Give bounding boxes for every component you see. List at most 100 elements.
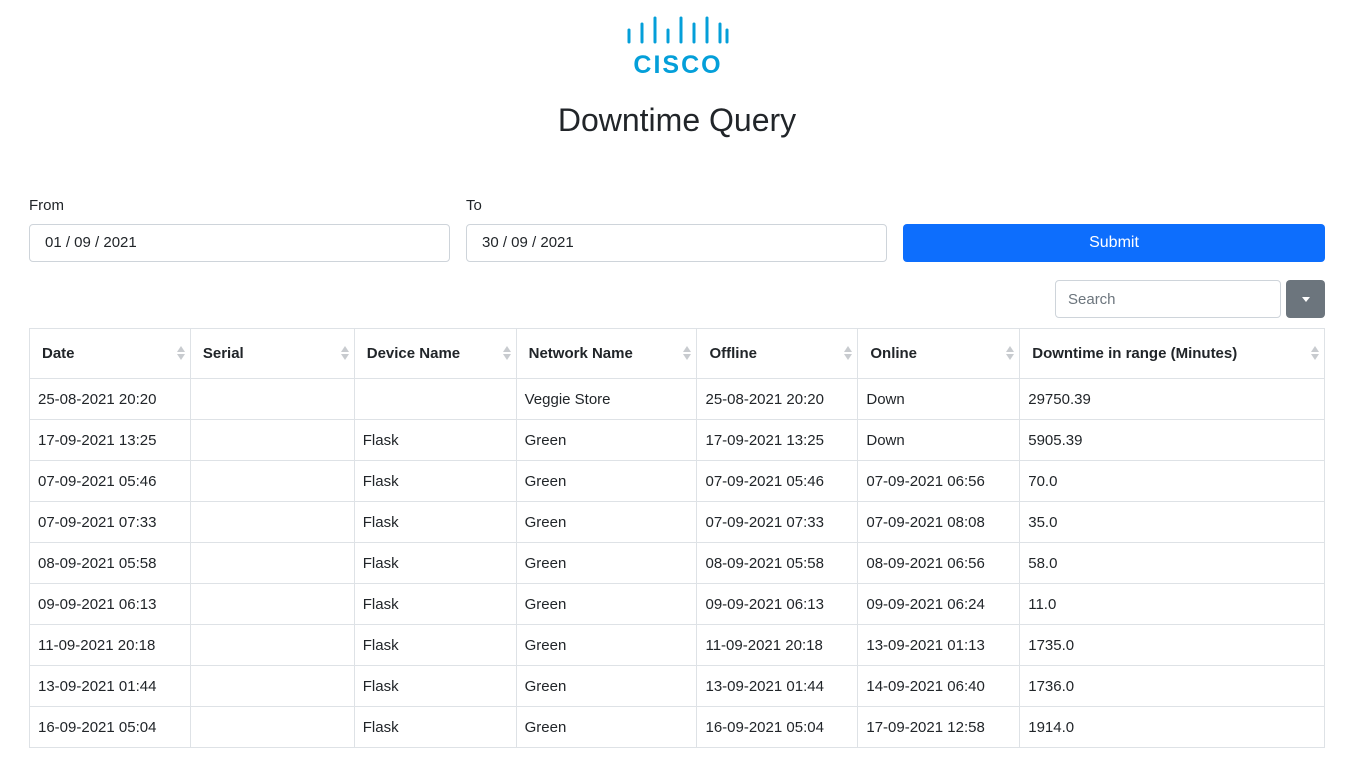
to-label: To — [466, 197, 482, 214]
sort-icon — [1006, 346, 1015, 362]
table-cell: Green — [515, 624, 698, 666]
table-row: 07-09-2021 07:33 Flask Green 07-09-2021 07:… — [29, 501, 1325, 543]
table-cell: 07-09-2021 07:33 — [696, 501, 859, 543]
table-cell: 70.0 — [1019, 460, 1325, 502]
table-cell — [189, 706, 355, 748]
from-label: From — [29, 197, 64, 214]
to-date-input[interactable]: 30 / 09 / 2021 — [466, 224, 887, 262]
column-header-label: Serial — [202, 345, 244, 362]
table-cell: Green — [515, 460, 698, 502]
table-cell: Green — [515, 419, 698, 461]
table-row: 13-09-2021 01:44 Flask Green 13-09-2021 01:… — [29, 665, 1325, 707]
table-cell: 17-09-2021 13:25 — [696, 419, 859, 461]
table-cell: 29750.39 — [1019, 378, 1325, 420]
cisco-logo: CISCO — [627, 16, 729, 76]
search-input[interactable] — [1055, 280, 1281, 318]
column-header-label: Date — [42, 345, 75, 362]
table-cell: Green — [515, 665, 698, 707]
table-cell: 17-09-2021 12:58 — [857, 706, 1021, 748]
table-cell: Green — [515, 706, 698, 748]
column-header-online[interactable]: Online — [857, 328, 1021, 379]
table-cell: 13-09-2021 01:44 — [696, 665, 859, 707]
submit-button[interactable]: Submit — [903, 224, 1325, 262]
table-cell: 1735.0 — [1019, 624, 1325, 666]
table-cell — [353, 378, 517, 420]
column-header-label: Network Name — [528, 345, 633, 362]
column-header-label: Downtime in range (Minutes) — [1032, 345, 1238, 362]
sort-icon — [176, 346, 185, 362]
column-header-network-name[interactable]: Network Name — [515, 328, 698, 379]
column-header-offline[interactable]: Offline — [696, 328, 859, 379]
table-cell: Flask — [353, 665, 517, 707]
table-cell: Flask — [353, 706, 517, 748]
sort-icon — [502, 346, 511, 362]
column-header-serial[interactable]: Serial — [189, 328, 355, 379]
sort-icon — [844, 346, 853, 362]
columns-toggle-button[interactable] — [1286, 280, 1325, 318]
table-cell: Flask — [353, 419, 517, 461]
table-cell: 14-09-2021 06:40 — [857, 665, 1021, 707]
table-cell: 11.0 — [1019, 583, 1325, 625]
table-cell: 16-09-2021 05:04 — [696, 706, 859, 748]
table-row: 25-08-2021 20:20 Veggie Store 25-08-2021 2… — [29, 378, 1325, 420]
table-cell — [189, 583, 355, 625]
table-row: 08-09-2021 05:58 Flask Green 08-09-2021 05:… — [29, 542, 1325, 584]
table-cell: Flask — [353, 583, 517, 625]
table-row: 07-09-2021 05:46 Flask Green 07-09-2021 05:… — [29, 460, 1325, 502]
table-cell: 08-09-2021 05:58 — [29, 542, 191, 584]
table-cell: 07-09-2021 08:08 — [857, 501, 1021, 543]
table-cell — [189, 501, 355, 543]
table-cell: 13-09-2021 01:44 — [29, 665, 191, 707]
caret-down-icon — [1301, 296, 1310, 302]
downtime-table: Date Serial Device Name Network Name Off… — [29, 328, 1325, 748]
table-cell: 07-09-2021 05:46 — [696, 460, 859, 502]
table-cell: 07-09-2021 06:56 — [857, 460, 1021, 502]
sort-icon — [683, 346, 692, 362]
table-row: 11-09-2021 20:18 Flask Green 11-09-2021 20:… — [29, 624, 1325, 666]
table-header-row: Date Serial Device Name Network Name Off… — [29, 328, 1325, 379]
table-cell: 07-09-2021 05:46 — [29, 460, 191, 502]
sort-icon — [1311, 346, 1319, 362]
table-body: 25-08-2021 20:20 Veggie Store 25-08-2021 2… — [29, 378, 1325, 748]
column-header-label: Offline — [709, 345, 757, 362]
table-cell — [189, 665, 355, 707]
table-cell: Flask — [353, 460, 517, 502]
table-cell: Flask — [353, 624, 517, 666]
page-title: Downtime Query — [557, 102, 797, 138]
table-cell: 09-09-2021 06:13 — [29, 583, 191, 625]
table-cell: 11-09-2021 20:18 — [696, 624, 859, 666]
table-cell: Green — [515, 542, 698, 584]
table-cell: 58.0 — [1019, 542, 1325, 584]
from-date-input[interactable]: 01 / 09 / 2021 — [29, 224, 450, 262]
sort-icon — [340, 346, 349, 362]
table-cell: Green — [515, 583, 698, 625]
table-cell: 09-09-2021 06:24 — [857, 583, 1021, 625]
table-cell: 35.0 — [1019, 501, 1325, 543]
table-cell: 07-09-2021 07:33 — [29, 501, 191, 543]
table-cell: 13-09-2021 01:13 — [857, 624, 1021, 666]
table-cell: Flask — [353, 542, 517, 584]
table-cell — [189, 378, 355, 420]
column-header-device-name[interactable]: Device Name — [353, 328, 517, 379]
table-cell: 1914.0 — [1019, 706, 1325, 748]
table-cell: Down — [857, 419, 1021, 461]
table-row: 16-09-2021 05:04 Flask Green 16-09-2021 05:… — [29, 706, 1325, 748]
table-cell: Down — [857, 378, 1021, 420]
column-header-date[interactable]: Date — [29, 328, 191, 379]
column-header-downtime[interactable]: Downtime in range (Minutes) — [1019, 328, 1325, 379]
table-cell: Green — [515, 501, 698, 543]
table-row: 09-09-2021 06:13 Flask Green 09-09-2021 06:… — [29, 583, 1325, 625]
table-cell: 08-09-2021 06:56 — [857, 542, 1021, 584]
table-cell: 5905.39 — [1019, 419, 1325, 461]
table-row: 17-09-2021 13:25 Flask Green 17-09-2021 13:… — [29, 419, 1325, 461]
table-cell: Flask — [353, 501, 517, 543]
table-cell: 25-08-2021 20:20 — [696, 378, 859, 420]
table-cell: Veggie Store — [515, 378, 698, 420]
table-cell: 1736.0 — [1019, 665, 1325, 707]
table-cell: 17-09-2021 13:25 — [29, 419, 191, 461]
cisco-logo-text: CISCO — [633, 51, 722, 76]
table-cell: 25-08-2021 20:20 — [29, 378, 191, 420]
table-cell: 11-09-2021 20:18 — [29, 624, 191, 666]
table-cell — [189, 419, 355, 461]
table-cell: 09-09-2021 06:13 — [696, 583, 859, 625]
